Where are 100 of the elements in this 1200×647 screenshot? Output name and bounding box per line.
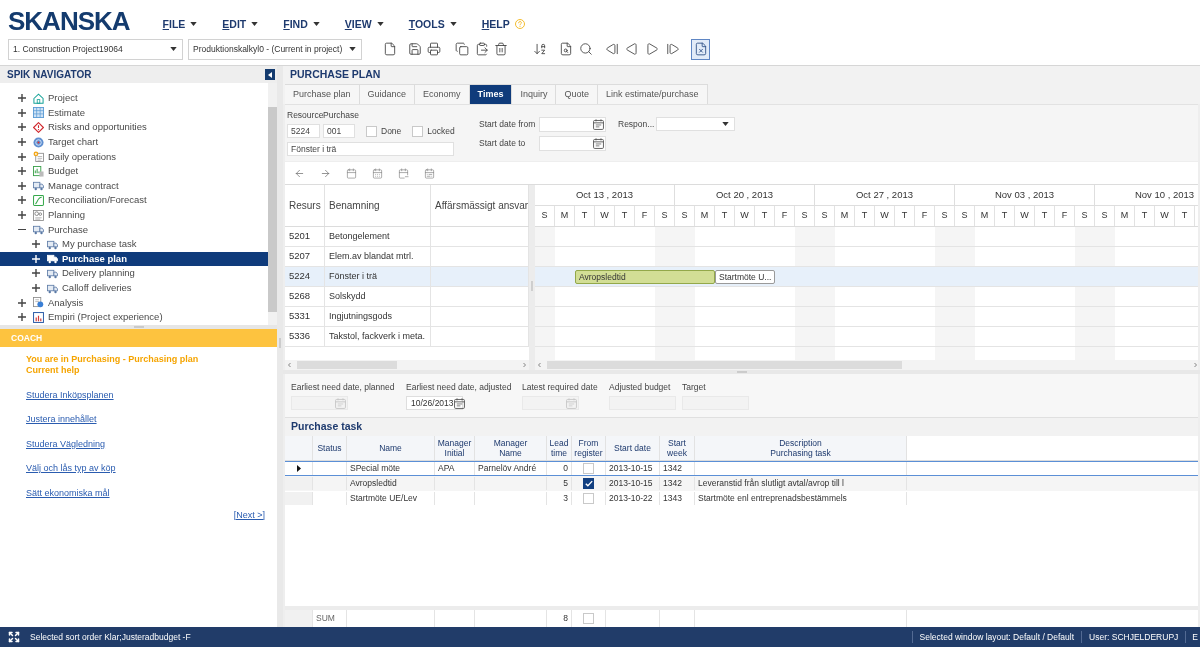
calendar-icon[interactable]: [593, 119, 604, 130]
help-link[interactable]: Sätt ekonomiska mål: [26, 486, 110, 500]
tree-item[interactable]: Planning: [0, 207, 268, 223]
plus-icon[interactable]: [18, 196, 26, 205]
tree-item[interactable]: Purchase: [0, 222, 268, 237]
plus-icon[interactable]: [18, 108, 26, 117]
table-row[interactable]: 5336 Takstol, fackverk i meta.: [285, 327, 529, 347]
arrow-right-icon[interactable]: [320, 167, 331, 179]
tree-item[interactable]: Target chart: [0, 134, 268, 150]
search-icon[interactable]: [579, 42, 593, 56]
tree-item[interactable]: Estimate: [0, 105, 268, 121]
menu-button[interactable]: HELP: [481, 18, 525, 30]
input-field[interactable]: 001: [323, 124, 355, 138]
calculation-select[interactable]: Produktionskalkyl0 - (Current in project): [188, 38, 362, 60]
trash-icon[interactable]: [494, 42, 508, 56]
tree-item[interactable]: Reconciliation/Forecast: [0, 193, 268, 208]
table-cell: SPecial möte: [347, 462, 435, 475]
tree-item[interactable]: My purchase task: [0, 236, 268, 252]
help-link[interactable]: Justera innehållet: [26, 413, 97, 427]
tree-item[interactable]: Project: [0, 91, 268, 106]
tab[interactable]: Times: [469, 84, 513, 104]
skip-forward-icon[interactable]: [666, 42, 680, 56]
vertical-scrollbar[interactable]: [268, 83, 277, 325]
plus-icon[interactable]: [18, 138, 26, 147]
tree-item[interactable]: Daily operations: [0, 149, 268, 164]
tab[interactable]: Economy: [415, 84, 470, 104]
tab[interactable]: Inquiry: [512, 84, 557, 104]
input-field[interactable]: 5224: [287, 124, 320, 138]
calendar-icon[interactable]: [346, 167, 357, 179]
blank-document-icon[interactable]: [383, 42, 397, 56]
checkbox[interactable]: [583, 478, 594, 489]
help-link[interactable]: Studera Inköpsplanen: [26, 388, 114, 402]
tab[interactable]: Purchase plan: [285, 84, 360, 104]
table-row[interactable]: 5331 Ingjutningsgods: [285, 307, 529, 327]
date-field[interactable]: [539, 117, 606, 132]
table-row[interactable]: Avropsledtid 5 2013-10-15 1342 Leveranstid från slutligt avtal/avrop till l: [285, 476, 1198, 491]
date-field[interactable]: 10/26/2013: [406, 396, 463, 410]
printer-icon[interactable]: [427, 42, 441, 56]
skip-back-icon[interactable]: [605, 42, 619, 56]
clipboard-icon[interactable]: [475, 42, 489, 56]
plus-icon[interactable]: [18, 152, 26, 161]
tab[interactable]: Guidance: [359, 84, 416, 104]
plus-icon[interactable]: [18, 181, 26, 190]
triangle-left-icon[interactable]: [625, 42, 639, 56]
menu-button[interactable]: EDIT: [222, 18, 259, 30]
tree-item[interactable]: Calloff deliveries: [0, 280, 268, 296]
plus-icon[interactable]: [18, 167, 26, 176]
tree-item[interactable]: Risks and opportunities: [0, 120, 268, 135]
collapse-button[interactable]: [265, 69, 275, 80]
calendar-icon[interactable]: [453, 397, 465, 409]
help-link[interactable]: Studera Vägledning: [26, 437, 106, 451]
curve-icon: [33, 194, 44, 206]
menu-button[interactable]: FIND: [283, 18, 320, 30]
table-row[interactable]: 5201 Betongelement: [285, 227, 529, 247]
status-text: Selected window layout: Default / Default: [911, 630, 1082, 644]
plus-icon[interactable]: [18, 298, 26, 307]
layout-toggle-button[interactable]: [691, 38, 710, 60]
date-field[interactable]: [539, 136, 606, 151]
triangle-right-icon[interactable]: [645, 42, 659, 56]
task-bar[interactable]: Startmöte U...: [715, 270, 776, 284]
dropdown-field[interactable]: [656, 117, 735, 131]
table-row[interactable]: 5268 Solskydd: [285, 287, 529, 307]
menu-button[interactable]: TOOLS: [408, 18, 457, 30]
plus-icon[interactable]: [18, 313, 26, 322]
plus-icon[interactable]: [32, 269, 40, 278]
arrow-left-icon[interactable]: [294, 167, 305, 179]
plus-icon[interactable]: [18, 94, 26, 103]
plus-icon[interactable]: [18, 123, 26, 132]
tree-item[interactable]: Purchase plan: [0, 251, 268, 267]
next-link[interactable]: [Next >]: [233, 508, 265, 522]
horizontal-scrollbar[interactable]: [285, 360, 529, 370]
tree-item[interactable]: Empiri (Project experience): [0, 309, 268, 325]
arrow-down-az-icon[interactable]: [533, 42, 547, 56]
truck-icon: [33, 224, 44, 236]
tab[interactable]: Quote: [556, 84, 598, 104]
expand-icon[interactable]: [8, 631, 20, 643]
table-row[interactable]: 5207 Elem.av blandat mtrl.: [285, 247, 529, 267]
table-row[interactable]: SPecial möte APA Parnelöv André 0 2013-10-15 1342: [285, 461, 1198, 476]
help-link[interactable]: Välj och lås typ av köp: [26, 462, 116, 476]
menu-button[interactable]: FILE: [162, 18, 198, 30]
task-bar[interactable]: Avropsledtid: [575, 270, 715, 284]
table-row[interactable]: 5224 Fönster i trä: [285, 267, 529, 287]
tree-item[interactable]: Delivery planning: [0, 266, 268, 281]
project-select[interactable]: 1. Construction Project19064: [8, 38, 183, 60]
input-field[interactable]: Fönster i trä: [287, 142, 454, 156]
plus-icon[interactable]: [18, 211, 26, 220]
document-search-icon[interactable]: [559, 42, 573, 56]
tree-item[interactable]: Analysis: [0, 295, 268, 310]
calendar-icon[interactable]: [372, 167, 383, 179]
horizontal-scrollbar[interactable]: [535, 360, 1198, 370]
tree-item[interactable]: Budget: [0, 163, 268, 179]
tab[interactable]: Link estimate/purchase: [598, 84, 708, 104]
stacked-pages-icon[interactable]: [455, 42, 469, 56]
week-header: Nov 03 , 2013: [955, 185, 1095, 206]
plus-icon[interactable]: [32, 240, 40, 249]
calendar-icon[interactable]: [593, 138, 604, 149]
minus-icon[interactable]: [18, 228, 26, 231]
plus-icon[interactable]: [32, 284, 40, 292]
menu-button[interactable]: VIEW: [344, 18, 384, 30]
tree-item[interactable]: Manage contract: [0, 178, 268, 194]
